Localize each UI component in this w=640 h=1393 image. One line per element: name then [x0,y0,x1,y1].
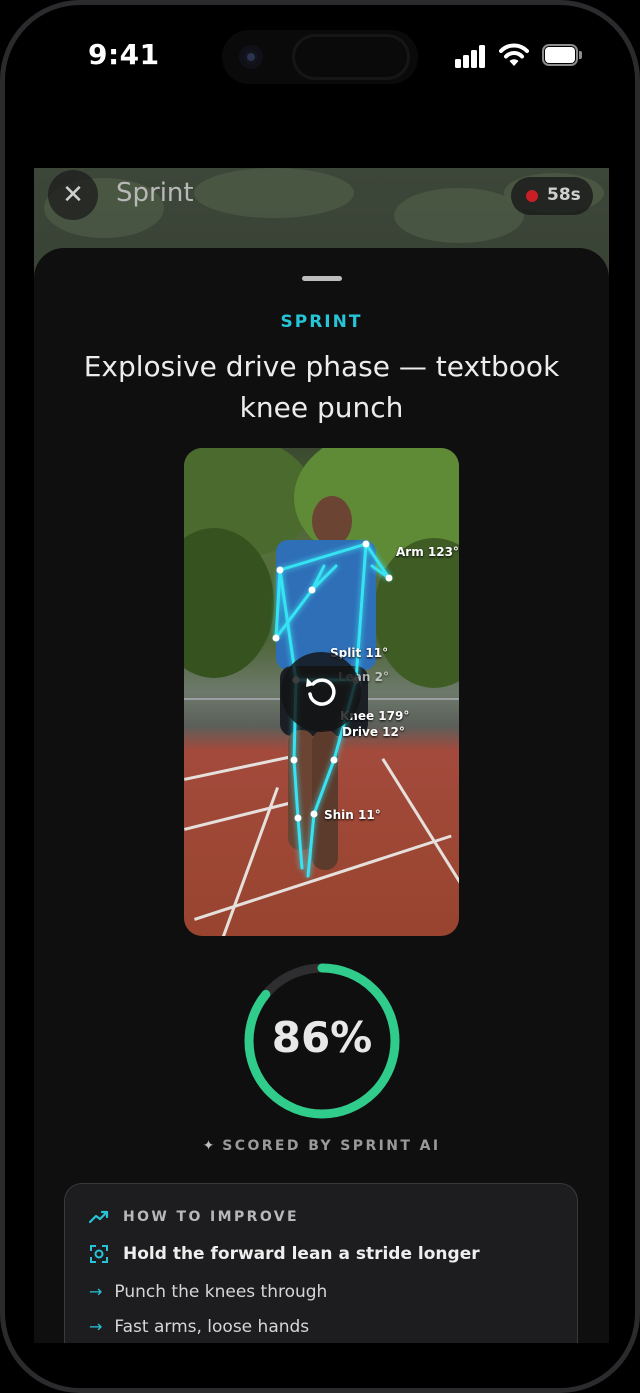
scored-by-text: SCORED BY SPRINT AI [222,1138,441,1154]
dynamic-island [222,30,418,84]
tip-item: → Fast arms, loose hands [89,1317,309,1337]
scored-by-caption: ✦ SCORED BY SPRINT AI [34,1138,609,1154]
sparkle-icon: ✦ [202,1138,215,1154]
recording-timer: 58s [511,177,593,215]
how-to-improve-card: HOW TO IMPROVE Hold the forward lean a s… [64,1183,578,1343]
session-top-bar: ✕ Sprint 58s [34,168,609,248]
result-headline: Explosive drive phase — textbook knee pu… [83,350,560,424]
improve-heading: HOW TO IMPROVE [89,1209,299,1225]
arrow-right-icon: → [89,1317,103,1336]
timer-text: 58s [547,185,581,205]
recording-dot-icon [526,190,538,202]
session-title: Sprint [116,178,194,208]
tip-item: → Punch the knees through [89,1282,327,1302]
wifi-icon [499,43,529,66]
battery-icon [542,44,582,66]
replay-button[interactable] [281,652,361,732]
tip-text: Punch the knees through [114,1282,328,1302]
score-value: 86% [271,1013,373,1062]
score-ring: 86% [242,961,402,1121]
primary-tip-text: Hold the forward lean a stride longer [123,1244,480,1264]
phone-screen: 9:41 ✕ Sprint 58s SPRINT Explosive drive… [0,0,640,1393]
pose-label-arm: Arm 123° [396,545,459,559]
replay-icon [306,678,336,706]
close-button[interactable]: ✕ [48,170,98,220]
pose-label-drive: Drive 12° [342,725,405,739]
analysis-video-clip[interactable]: Arm 123° Split 11° Lean 2° Knee 179° Dri… [184,448,459,936]
pose-label-shin: Shin 11° [324,808,381,822]
focus-frame-icon [90,1245,108,1263]
primary-tip: Hold the forward lean a stride longer [89,1244,480,1264]
status-time: 9:41 [88,38,160,71]
front-camera-icon [239,45,263,69]
close-icon: ✕ [62,180,84,210]
arrow-right-icon: → [89,1282,103,1301]
improve-heading-text: HOW TO IMPROVE [123,1209,299,1225]
sport-eyebrow: SPRINT [280,312,363,332]
trending-up-icon [89,1210,109,1224]
sheet-grabber[interactable] [302,276,342,281]
status-bar: 9:41 [0,0,640,115]
tip-text: Fast arms, loose hands [114,1317,310,1337]
island-sensor [292,34,410,80]
cellular-signal-icon [455,44,487,68]
result-sheet: SPRINT Explosive drive phase — textbook … [34,248,609,1343]
